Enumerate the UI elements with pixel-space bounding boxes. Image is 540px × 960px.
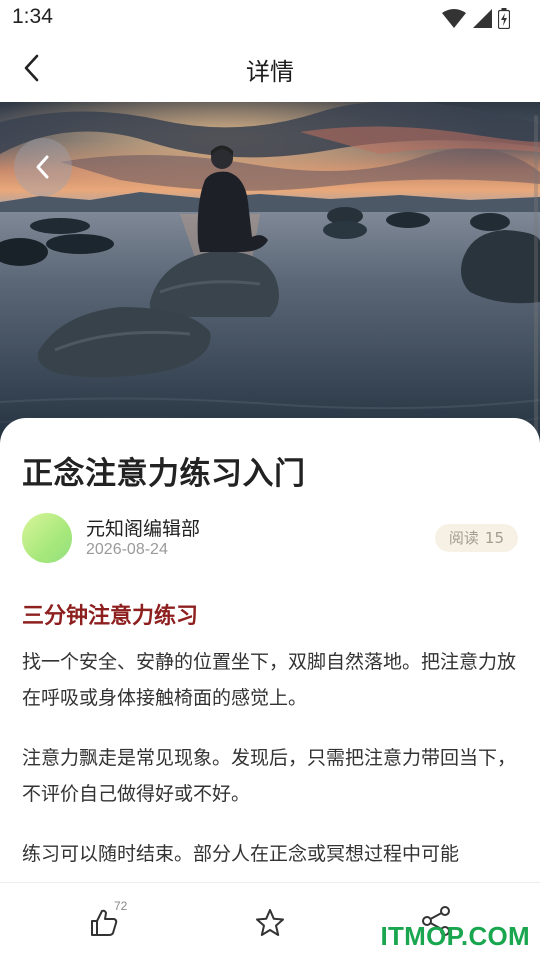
read-count-badge: 阅读 15 bbox=[434, 524, 518, 552]
author-name[interactable]: 元知阁编辑部 bbox=[86, 514, 200, 541]
wifi-icon bbox=[442, 8, 466, 28]
status-bar: 1:34 bbox=[0, 0, 540, 36]
article-card: 正念注意力练习入门 元知阁编辑部 2026-08-24 阅读 15 三分钟注意力… bbox=[0, 418, 540, 882]
status-time: 1:34 bbox=[12, 5, 53, 28]
like-count: 72 bbox=[114, 899, 128, 913]
publish-date: 2026-08-24 bbox=[86, 541, 168, 558]
star-icon bbox=[256, 909, 284, 936]
read-label: 阅读 bbox=[448, 529, 479, 547]
top-bar: 详情 bbox=[0, 36, 540, 102]
bottom-action-bar: 72 ITMOP.COM bbox=[0, 882, 540, 960]
battery-icon bbox=[498, 8, 510, 29]
read-count: 15 bbox=[484, 529, 504, 547]
avatar[interactable] bbox=[22, 513, 72, 563]
back-arrow-icon bbox=[36, 155, 49, 179]
paragraph: 练习可以随时结束。部分人在正念或冥想过程中可能 bbox=[22, 843, 460, 865]
article-title: 正念注意力练习入门 bbox=[22, 456, 306, 492]
paragraph: 找一个安全、安静的位置坐下，双脚自然落地。把注意力放在呼吸或身体接触椅面的感觉上… bbox=[22, 651, 517, 709]
status-icons bbox=[442, 8, 510, 29]
section-heading: 三分钟注意力练习 bbox=[22, 604, 199, 629]
image-back-button[interactable] bbox=[14, 138, 72, 196]
favorite-button[interactable] bbox=[250, 903, 290, 943]
watermark: ITMOP.COM bbox=[380, 921, 530, 951]
hero-image bbox=[0, 102, 540, 444]
paragraph: 注意力飘走是常见现象。发现后，只需把注意力带回当下，不评价自己做得好或不好。 bbox=[22, 747, 517, 805]
page-title: 详情 bbox=[246, 58, 294, 86]
cellular-icon bbox=[473, 8, 492, 28]
author-row: 元知阁编辑部 2026-08-24 阅读 15 bbox=[22, 513, 518, 567]
lake-scene-illustration bbox=[0, 102, 540, 444]
